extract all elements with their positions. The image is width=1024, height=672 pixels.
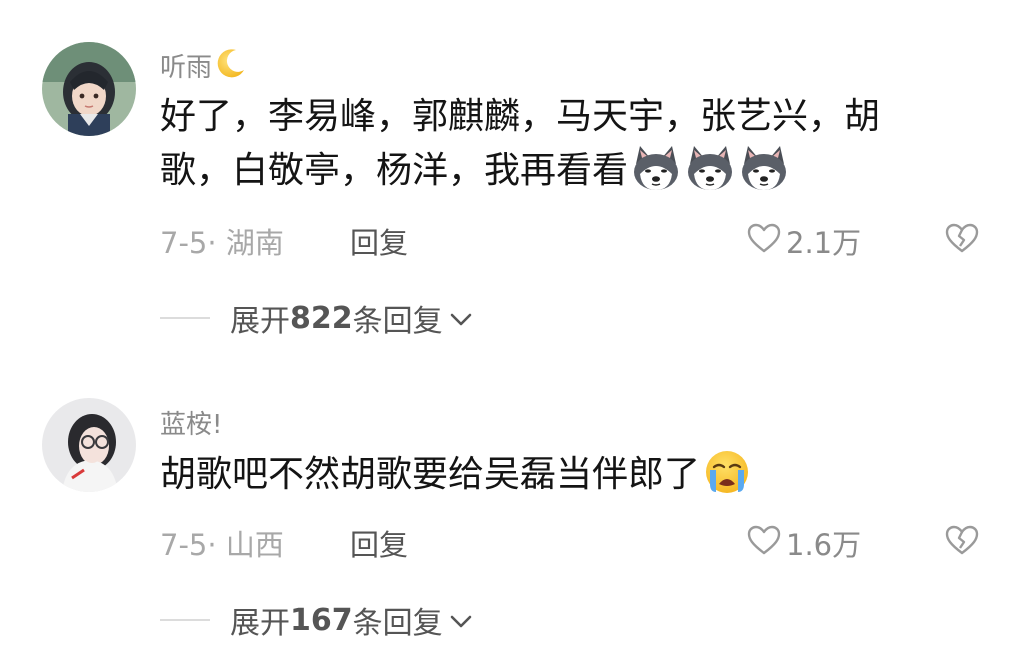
comment-text-fragment: 胡歌吧不然胡歌要给吴磊当伴郎了 (160, 454, 701, 495)
expand-suffix: 条回复 (352, 606, 443, 641)
comment-text-line: 好了，李易峰，郭麒麟，马天宇，张艺兴，胡 (160, 96, 881, 137)
expand-suffix: 条回复 (352, 304, 443, 339)
reply-button[interactable]: 回复 (350, 220, 408, 262)
username-text: 听雨 (160, 53, 213, 83)
like-count: 1.6万 (786, 528, 862, 562)
comment-text-line: 歌，白敬亭，杨洋，我再看看 (160, 144, 960, 208)
comment-date: 7-5 (160, 528, 208, 562)
dislike-button[interactable] (944, 222, 980, 258)
comment-text: 好了，李易峰，郭麒麟，马天宇，张艺兴，胡 歌，白敬亭，杨洋，我再看看 (160, 90, 960, 208)
comment-location: 山西 (225, 528, 284, 562)
expand-prefix: 展开 (230, 606, 290, 641)
avatar[interactable] (42, 42, 136, 136)
divider-line (160, 619, 210, 621)
chevron-down-icon (449, 301, 473, 336)
reply-count: 167 (290, 602, 353, 638)
comment-location: 湖南 (225, 226, 284, 260)
like-button[interactable]: 2.1万 (746, 220, 861, 262)
broken-heart-icon (944, 223, 980, 258)
husky-dog-emoji (630, 144, 682, 208)
username[interactable]: 蓝桉! (160, 404, 222, 441)
comment-list: 听雨 好了，李易峰，郭麒麟，马天宇，张艺兴，胡 歌，白敬亭，杨洋，我再看看 7-… (0, 0, 1024, 672)
expand-replies-button[interactable]: 展开 822 条回复 (160, 296, 473, 340)
comment-text-fragment: 歌，白敬亭，杨洋，我再看看 (160, 150, 629, 191)
username[interactable]: 听雨 (160, 46, 248, 87)
heart-icon (746, 222, 786, 261)
chevron-down-icon (449, 603, 473, 638)
comment-date: 7-5 (160, 226, 208, 260)
comment-meta: 7-5· 山西 (160, 522, 284, 564)
loudly-crying-face-emoji (702, 448, 752, 512)
comment-text: 胡歌吧不然胡歌要给吴磊当伴郎了 (160, 448, 960, 512)
divider-line (160, 317, 210, 319)
crescent-moon-icon (214, 46, 248, 87)
reply-button[interactable]: 回复 (350, 522, 408, 564)
expand-replies-button[interactable]: 展开 167 条回复 (160, 598, 473, 642)
reply-count: 822 (290, 300, 353, 336)
heart-icon (746, 524, 786, 563)
broken-heart-icon (944, 525, 980, 560)
husky-dog-emoji (684, 144, 736, 208)
husky-dog-emoji (738, 144, 790, 208)
comment-text-line: 胡歌吧不然胡歌要给吴磊当伴郎了 (160, 448, 960, 512)
like-button[interactable]: 1.6万 (746, 522, 861, 564)
meta-separator: · (207, 528, 226, 562)
expand-prefix: 展开 (230, 304, 290, 339)
dislike-button[interactable] (944, 524, 980, 560)
meta-separator: · (207, 226, 226, 260)
comment-meta: 7-5· 湖南 (160, 220, 284, 262)
avatar[interactable] (42, 398, 136, 492)
username-text: 蓝桉! (160, 410, 223, 440)
like-count: 2.1万 (786, 226, 862, 260)
